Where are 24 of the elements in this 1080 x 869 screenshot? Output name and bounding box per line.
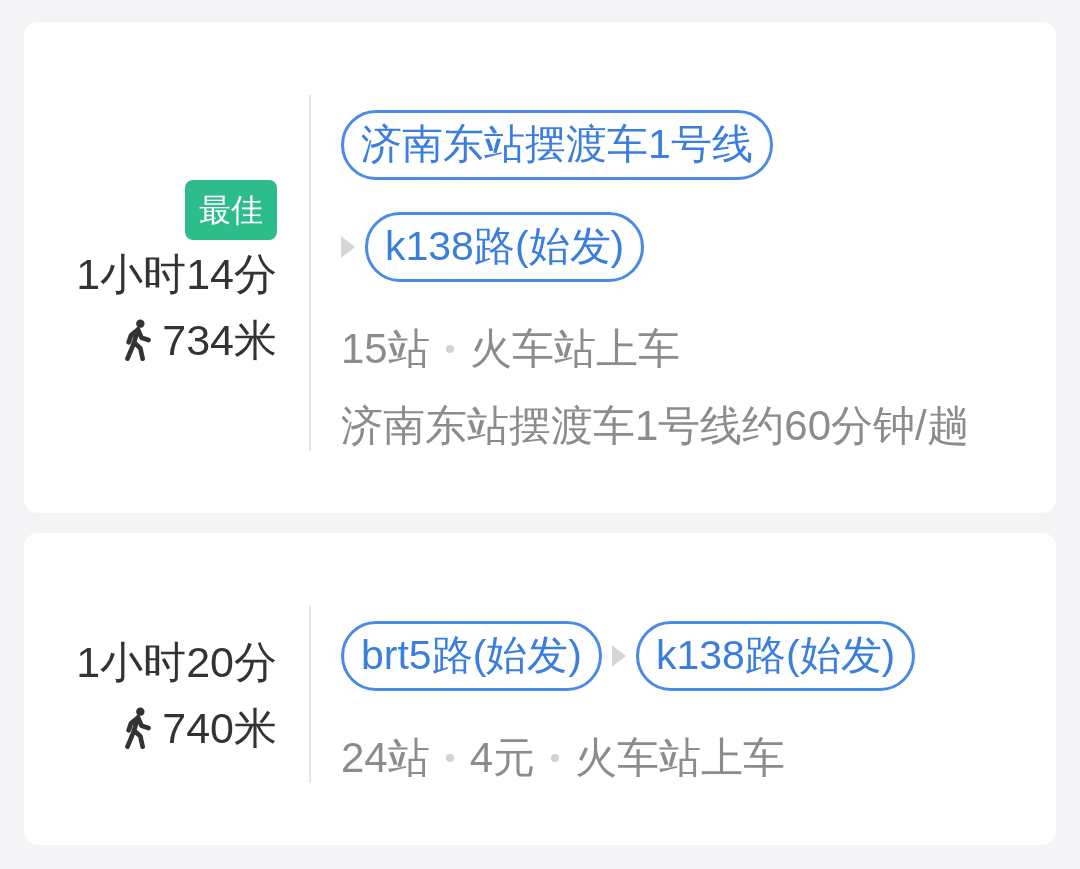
route-info-text: 15站: [341, 324, 430, 374]
travel-duration: 1小时14分: [76, 249, 277, 300]
bus-line-tag: k138路(始发): [635, 621, 916, 691]
bus-line-tag: brt5路(始发): [341, 621, 602, 691]
bus-line-tag: k138路(始发): [365, 212, 645, 282]
route-info-text: 24站: [341, 733, 430, 783]
bus-line-tag: 济南东站摆渡车1号线: [341, 110, 773, 180]
route-card[interactable]: 最佳 1小时14分 734米 济南东站摆渡车1号线 k138路(始发) 15站 火车站上车 济南东站摆渡车1号线约60分钟/趟: [24, 22, 1056, 513]
route-info-text: 4元: [469, 733, 536, 783]
triangle-arrow-icon: [341, 236, 355, 258]
frequency-note: 济南东站摆渡车1号线约60分钟/趟: [341, 401, 970, 451]
separator-dot-icon: [551, 754, 560, 762]
walking-person-icon: [124, 706, 153, 749]
walking-distance: 740米: [162, 702, 277, 754]
separator-dot-icon: [445, 345, 454, 353]
route-info-text: 火车站上车: [575, 733, 786, 783]
travel-duration: 1小时20分: [76, 636, 277, 688]
triangle-arrow-icon: [611, 645, 626, 667]
route-info-text: 火车站上车: [469, 324, 680, 374]
walking-distance: 734米: [162, 315, 277, 366]
separator-dot-icon: [445, 754, 454, 762]
route-card[interactable]: 1小时20分 740米 brt5路(始发) k138路(始发) 24站 4元 火车站上车: [24, 533, 1056, 845]
walking-person-icon: [124, 319, 153, 361]
best-route-badge: 最佳: [185, 180, 277, 240]
